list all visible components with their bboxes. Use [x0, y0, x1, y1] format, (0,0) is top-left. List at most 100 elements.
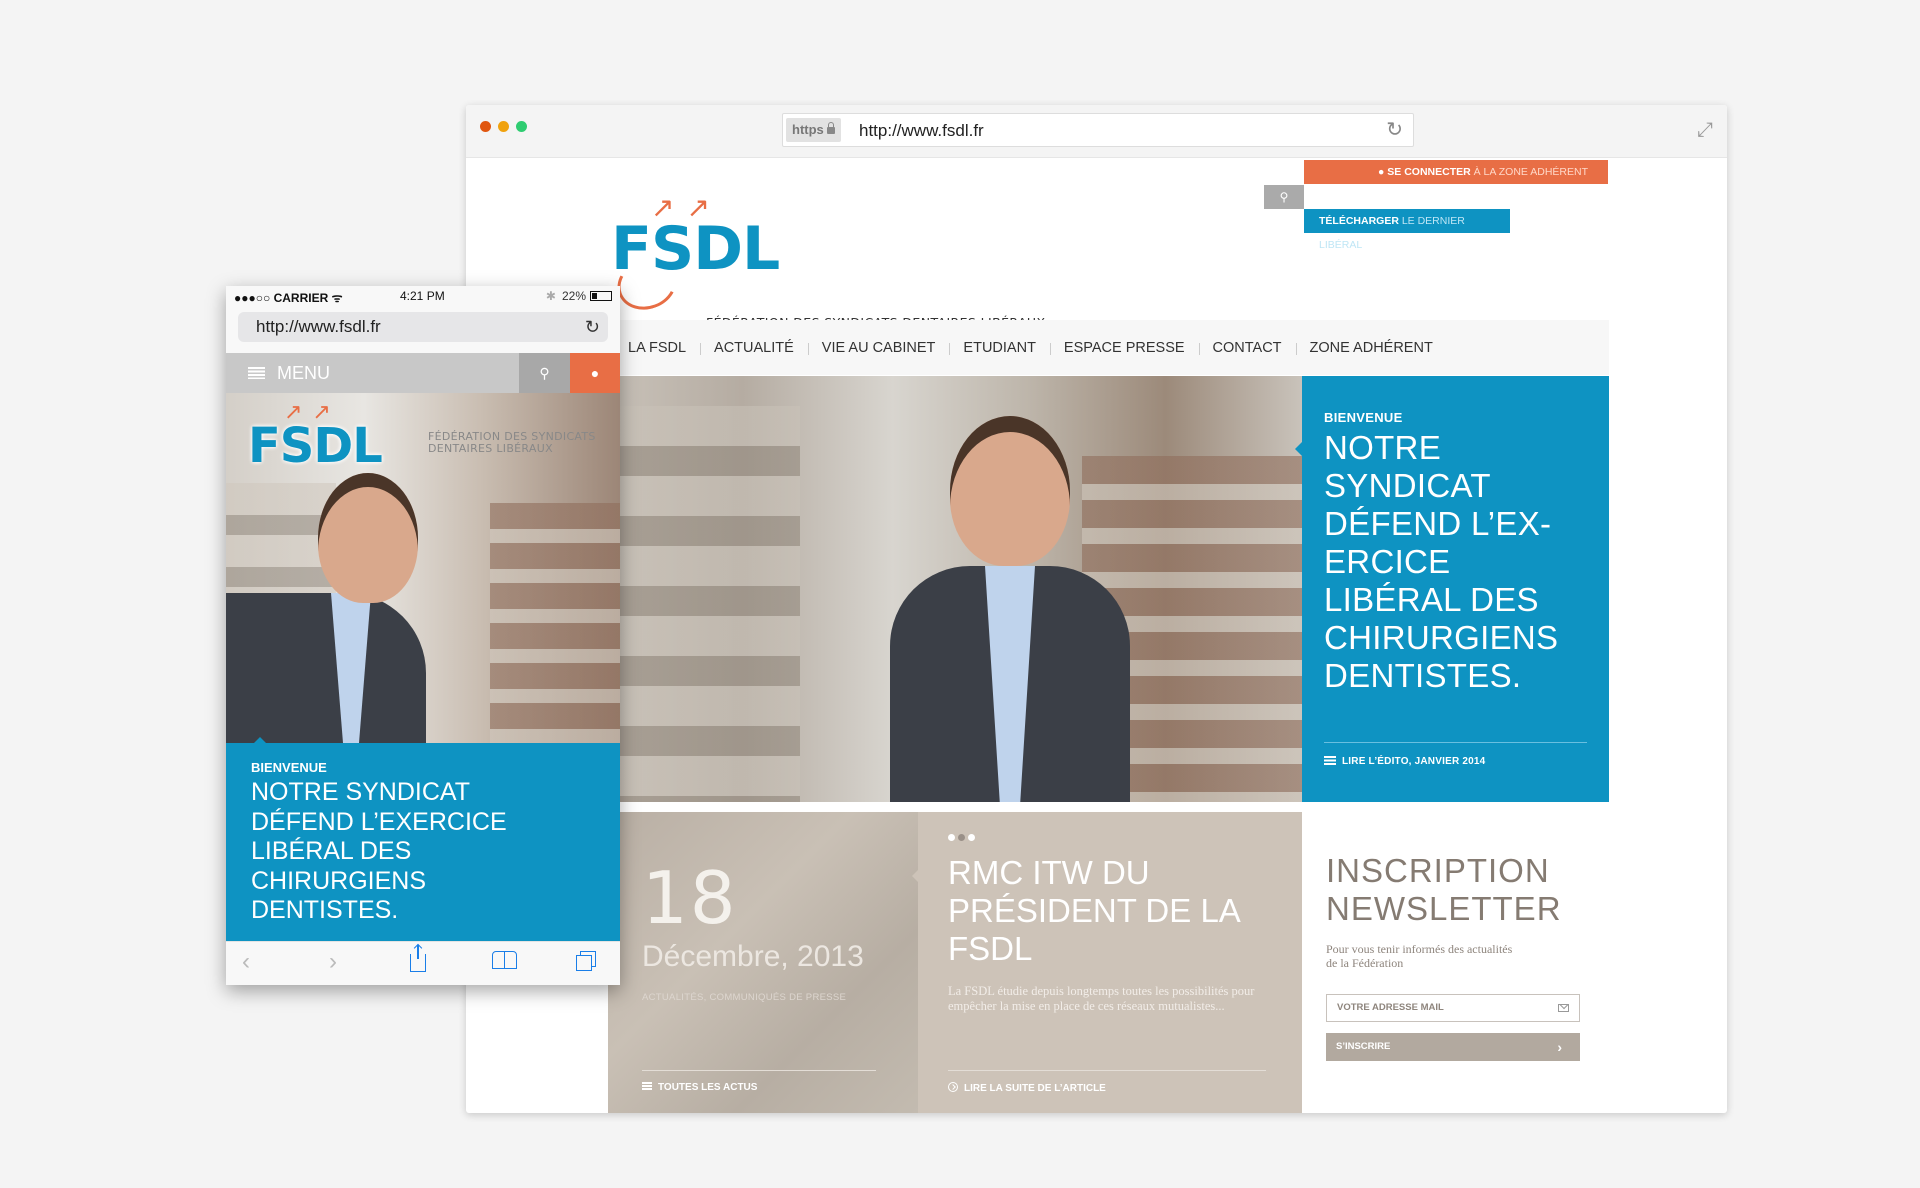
newsletter-title: INSCRIPTION NEWSLETTER [1326, 852, 1562, 927]
battery-icon [590, 291, 612, 301]
download-liberal-button[interactable]: TÉLÉCHARGER LE DERNIER LIBÉRAL [1304, 209, 1510, 251]
hero-head [318, 473, 418, 603]
welcome-kicker: BIENVENUE [251, 760, 327, 775]
search-icon: ⚲ [1279, 190, 1289, 204]
read-more-link[interactable]: LIRE LA SUITE DE L’ARTICLE [948, 1082, 1106, 1094]
lock-icon [826, 122, 835, 134]
nav-item-espace-presse[interactable]: ESPACE PRESSE [1049, 340, 1199, 356]
search-icon: ⚲ [539, 365, 550, 381]
carrier-signal: ●●●○○ CARRIER ᯤ [234, 291, 343, 305]
share-icon[interactable] [410, 945, 426, 977]
nav-item-actualite[interactable]: ACTUALITÉ [700, 340, 808, 356]
menu-label: MENU [277, 363, 330, 383]
url-text[interactable]: http://www.fsdl.fr [859, 114, 984, 147]
newsletter-email-input[interactable]: VOTRE ADRESSE MAIL [1326, 994, 1580, 1022]
news-day: 18 [642, 856, 738, 940]
logo-text: FSDL [248, 418, 383, 474]
reload-icon[interactable]: ↻ [1386, 119, 1403, 141]
news-article-card[interactable]: RMC ITW DU PRÉSIDENT DE LA FSDL La FSDL … [912, 812, 1302, 1113]
login-button[interactable]: ● SE CONNECTER À LA ZONE ADHÉRENT [1304, 160, 1608, 184]
browser-toolbar: https http://www.fsdl.fr ↻ ⤢ [466, 105, 1727, 158]
newsletter-description: Pour vous tenir informés des actualités … [1326, 942, 1513, 970]
slide-pager [948, 834, 975, 841]
news-date-background: 18 Décembre, 2013 ACTUALITÉS, COMMUNIQUÉ… [608, 812, 918, 1113]
user-icon: ● [590, 365, 600, 381]
fsdl-logo[interactable]: ↗↗ FSDL FÉDÉRATION DES SYNDICATS DENTAIR… [610, 192, 1045, 330]
user-icon: ● [1378, 166, 1385, 178]
pager-dot-3[interactable] [968, 834, 975, 841]
news-categories: ACTUALITÉS, COMMUNIQUÉS DE PRESSE [642, 992, 847, 1003]
email-placeholder: VOTRE ADRESSE MAIL [1337, 1002, 1444, 1013]
mobile-logo-subtitle: FÉDÉRATION DES SYNDICATS DENTAIRES LIBÉR… [428, 430, 596, 455]
expand-icon[interactable]: ⤢ [1697, 119, 1713, 142]
reload-icon[interactable]: ↻ [585, 316, 600, 338]
divider [1324, 742, 1587, 743]
safari-toolbar: ‹ › [226, 941, 620, 985]
hero-photo [620, 376, 1302, 802]
hero-person [890, 416, 1130, 802]
subscribe-button[interactable]: S’INSCRIRE › [1326, 1033, 1580, 1061]
nav-item-vie-au-cabinet[interactable]: VIE AU CABINET [807, 340, 950, 356]
login-label-rest: À LA ZONE ADHÉRENT [1470, 166, 1588, 178]
back-icon[interactable]: ‹ [242, 950, 250, 974]
battery-status: ✱ 22% [546, 289, 612, 303]
address-bar[interactable]: https http://www.fsdl.fr ↻ [782, 113, 1414, 147]
welcome-kicker: BIENVENUE [1324, 410, 1403, 425]
hero-building-left [620, 406, 800, 802]
divider [948, 1070, 1266, 1071]
read-edito-label: LIRE L’ÉDITO, JANVIER 2014 [1342, 756, 1486, 767]
mobile-login-button[interactable]: ● [570, 353, 620, 393]
https-badge: https [786, 118, 841, 142]
minimize-window-button[interactable] [498, 121, 509, 132]
divider [642, 1070, 876, 1071]
mobile-search-button[interactable]: ⚲ [519, 353, 570, 393]
article-excerpt: La FSDL étudie depuis longtemps toutes l… [948, 984, 1255, 1013]
welcome-panel: BIENVENUE NOTRE SYNDICAT DÉFEND L’EX-ERC… [1295, 376, 1609, 802]
maximize-window-button[interactable] [516, 121, 527, 132]
status-bar: ●●●○○ CARRIER ᯤ 4:21 PM ✱ 22% [226, 286, 620, 306]
nav-item-zone-adherent[interactable]: ZONE ADHÉRENT [1295, 340, 1447, 356]
all-news-label: TOUTES LES ACTUS [658, 1082, 758, 1093]
article-icon [1324, 756, 1336, 765]
main-navigation: LA FSDL ACTUALITÉ VIE AU CABINET ETUDIAN… [620, 320, 1609, 375]
all-news-link[interactable]: TOUTES LES ACTUS [642, 1082, 757, 1093]
read-edito-link[interactable]: LIRE L’ÉDITO, JANVIER 2014 [1324, 756, 1485, 767]
pager-dot-2[interactable] [958, 834, 965, 841]
welcome-headline: NOTRE SYNDICAT DÉFEND L’EX-ERCICE LIBÉRA… [1324, 429, 1559, 694]
mobile-address-bar[interactable]: http://www.fsdl.fr ↻ [238, 312, 608, 342]
tabs-icon[interactable] [576, 950, 596, 974]
read-more-label: LIRE LA SUITE DE L’ARTICLE [964, 1083, 1106, 1094]
list-icon [642, 1082, 652, 1090]
article-title[interactable]: RMC ITW DU PRÉSIDENT DE LA FSDL [948, 854, 1278, 968]
subscribe-label: S’INSCRIRE [1336, 1041, 1391, 1052]
mail-icon [1558, 1004, 1569, 1012]
hero-suit [226, 593, 426, 743]
mobile-hero-photo: ↗↗ FSDL FÉDÉRATION DES SYNDICATS DENTAIR… [226, 393, 620, 743]
logo-arrows-icon: ↗↗ [651, 192, 722, 223]
nav-item-contact[interactable]: CONTACT [1198, 340, 1296, 356]
desktop-browser-window: https http://www.fsdl.fr ↻ ⤢ ↗↗ FSDL FÉD… [466, 105, 1727, 1113]
login-label-bold: SE CONNECTER [1387, 166, 1471, 178]
circle-arrow-icon [948, 1082, 958, 1092]
bookmarks-icon[interactable] [492, 950, 518, 974]
search-button[interactable]: ⚲ [1264, 185, 1304, 209]
mobile-url-text[interactable]: http://www.fsdl.fr [256, 317, 381, 336]
mobile-phone-screen: ●●●○○ CARRIER ᯤ 4:21 PM ✱ 22% http://www.… [226, 286, 620, 985]
mobile-menu-button[interactable]: MENU [226, 353, 519, 393]
chevron-right-icon: › [1557, 1039, 1562, 1055]
nav-item-etudiant[interactable]: ETUDIANT [949, 340, 1050, 356]
battery-percent: 22% [561, 289, 586, 303]
pager-dot-1[interactable] [948, 834, 955, 841]
https-label: https [792, 122, 824, 137]
close-window-button[interactable] [480, 121, 491, 132]
mobile-fsdl-logo[interactable]: ↗↗ FSDL [248, 399, 383, 474]
news-date-card[interactable]: 18 Décembre, 2013 ACTUALITÉS, COMMUNIQUÉ… [608, 812, 918, 1113]
hero-building-right [490, 503, 620, 743]
welcome-headline: NOTRE SYNDICAT DÉFEND L’EXERCICE LIBÉRAL… [251, 778, 507, 924]
nav-item-la-fsdl[interactable]: LA FSDL [628, 340, 700, 356]
hero-head [950, 416, 1070, 566]
logo-arrows-icon: ↗↗ [284, 399, 341, 424]
hamburger-icon [248, 367, 265, 379]
forward-icon[interactable]: › [329, 950, 337, 974]
download-label-bold: TÉLÉCHARGER [1319, 215, 1399, 227]
